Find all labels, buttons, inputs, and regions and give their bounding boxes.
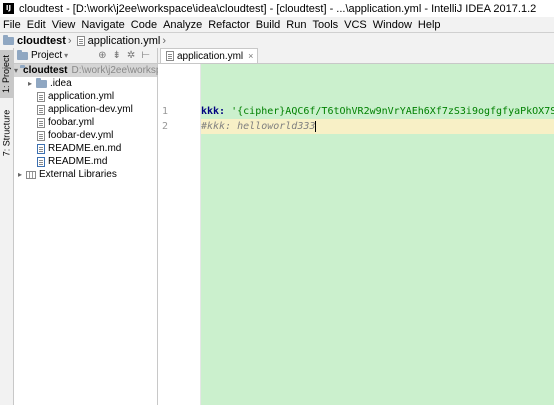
menu-tools[interactable]: Tools [309,19,341,31]
project-tool-tab[interactable]: 1: Project [0,50,13,98]
markdown-file-icon [37,143,45,154]
tree-item-external-libraries[interactable]: ▸ External Libraries [14,168,157,181]
menu-vcs[interactable]: VCS [341,19,370,31]
tree-item-foobar-dev-yml[interactable]: foobar-dev.yml [14,129,157,142]
project-tree: ▾ cloudtest D:\work\j2ee\workspace ▸ .id… [14,64,178,181]
code-line-2[interactable]: #kkk: helloworld333 [201,119,554,134]
line-number: 1 [162,106,169,117]
navigation-bar: cloudtest › application.yml › [0,32,554,49]
collapse-icon[interactable]: ⇟ [113,50,121,61]
expand-arrow-icon[interactable]: ▾ [14,66,18,75]
breadcrumb-separator-icon: › [67,34,72,47]
menu-analyze[interactable]: Analyze [160,19,205,31]
editor-tab-application-yml[interactable]: application.yml × [160,48,259,63]
close-tab-icon[interactable]: × [248,51,253,61]
menu-file[interactable]: File [0,19,24,31]
markdown-file-icon [37,156,45,167]
menu-run[interactable]: Run [283,19,309,31]
line-number: 2 [162,121,169,132]
tree-item-readme-en-md[interactable]: README.en.md [14,142,157,155]
project-view-selector[interactable]: Project [31,50,62,61]
yml-file-icon [37,117,45,128]
tree-item-readme-md[interactable]: README.md [14,155,157,168]
menu-refactor[interactable]: Refactor [205,19,253,31]
yaml-key: kkk: [201,106,226,117]
library-icon [26,170,36,179]
yml-file-icon [37,130,45,141]
title-bar: IJ cloudtest - [D:\work\j2ee\workspace\i… [0,0,554,17]
sync-icon[interactable]: ⊕ [98,50,106,61]
tree-item-idea[interactable]: ▸ .idea [14,77,157,90]
yml-file-icon [76,35,85,46]
collapsed-arrow-icon[interactable]: ▸ [26,79,34,88]
menu-view[interactable]: View [49,19,79,31]
editor-tab-bar: application.yml × [158,48,554,64]
project-panel: Project ▾ ⊕ ⇟ ✲ ⊢ ▾ cloudtest D:\work\j2… [14,48,178,405]
code-editor[interactable]: kkk: '{cipher}AQC6f/T6tOhVR2w9nVrYAEh6Xf… [201,64,554,405]
structure-tool-tab[interactable]: 7: Structure [0,108,13,158]
yaml-comment: #kkk: helloworld333 [201,121,316,132]
code-line-1[interactable]: kkk: '{cipher}AQC6f/T6tOhVR2w9nVrYAEh6Xf… [201,104,554,119]
yml-file-icon [166,51,174,61]
folder-icon [3,34,14,45]
tree-item-label: External Libraries [39,169,117,180]
tree-item-label: foobar.yml [48,117,95,128]
chevron-down-icon[interactable]: ▾ [64,51,68,60]
tree-root-name: cloudtest [23,65,68,76]
menu-edit[interactable]: Edit [24,19,49,31]
menu-help[interactable]: Help [415,19,444,31]
menu-window[interactable]: Window [370,19,415,31]
yaml-value: '{cipher}AQC6f/T6tOhVR2w9nVrYAEh6Xf7zS3i… [231,106,554,117]
project-tool-tab-label: 1: Project [1,54,12,94]
tree-item-label: README.md [48,156,108,167]
folder-icon [36,77,47,88]
menu-bar: File Edit View Navigate Code Analyze Ref… [0,17,554,32]
breadcrumb-file[interactable]: application.yml [88,35,161,47]
breadcrumb-project[interactable]: cloudtest [17,35,66,47]
project-view-icon [17,49,28,60]
tree-item-label: foobar-dev.yml [48,130,114,141]
intellij-app-icon: IJ [3,3,14,14]
breadcrumb-separator-icon: › [162,34,167,47]
project-panel-header: Project ▾ ⊕ ⇟ ✲ ⊢ [14,48,157,64]
tree-item-label: application.yml [48,91,115,102]
yml-file-icon [37,91,45,102]
yml-file-icon [37,104,45,115]
tree-item-label: README.en.md [48,143,122,154]
hide-panel-icon[interactable]: ⊢ [141,50,150,61]
tree-item-application-yml[interactable]: application.yml [14,90,157,103]
editor-tab-label: application.yml [177,50,244,62]
window-title: cloudtest - [D:\work\j2ee\workspace\idea… [19,2,537,15]
settings-gear-icon[interactable]: ✲ [127,50,135,61]
editor: application.yml × 1 2 kkk: '{cipher}AQC6… [158,48,554,405]
collapsed-arrow-icon[interactable]: ▸ [16,170,24,179]
tree-root[interactable]: ▾ cloudtest D:\work\j2ee\workspace [14,64,178,77]
left-tool-strip: 1: Project 7: Structure [0,48,14,405]
structure-tool-tab-label: 7: Structure [1,109,12,157]
line-number-gutter: 1 2 [158,64,201,405]
tree-item-label: .idea [50,78,72,89]
menu-build[interactable]: Build [253,19,283,31]
tree-item-label: application-dev.yml [48,104,133,115]
menu-navigate[interactable]: Navigate [78,19,127,31]
text-caret [315,120,317,132]
tree-item-application-dev-yml[interactable]: application-dev.yml [14,103,157,116]
tree-item-foobar-yml[interactable]: foobar.yml [14,116,157,129]
menu-code[interactable]: Code [128,19,160,31]
